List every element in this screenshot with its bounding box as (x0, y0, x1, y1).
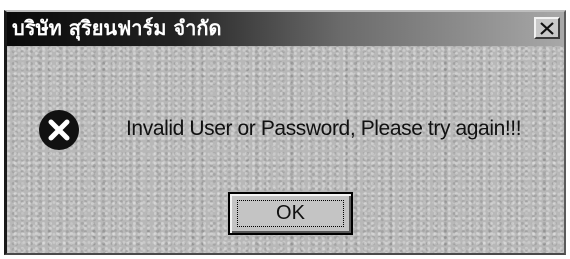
title-bar[interactable]: บริษัท สุริยนฟาร์ม จำกัด (7, 12, 564, 46)
close-button[interactable] (534, 17, 560, 39)
message-dialog: บริษัท สุริยนฟาร์ม จำกัด Invalid User or… (4, 10, 566, 255)
error-message: Invalid User or Password, Please try aga… (126, 117, 522, 140)
ok-button-label: OK (276, 202, 305, 224)
close-icon (540, 21, 554, 35)
error-icon (39, 110, 79, 150)
focus-rectangle: OK (237, 200, 344, 227)
ok-button[interactable]: OK (228, 192, 353, 235)
dialog-title: บริษัท สุริยนฟาร์ม จำกัด (12, 16, 222, 40)
